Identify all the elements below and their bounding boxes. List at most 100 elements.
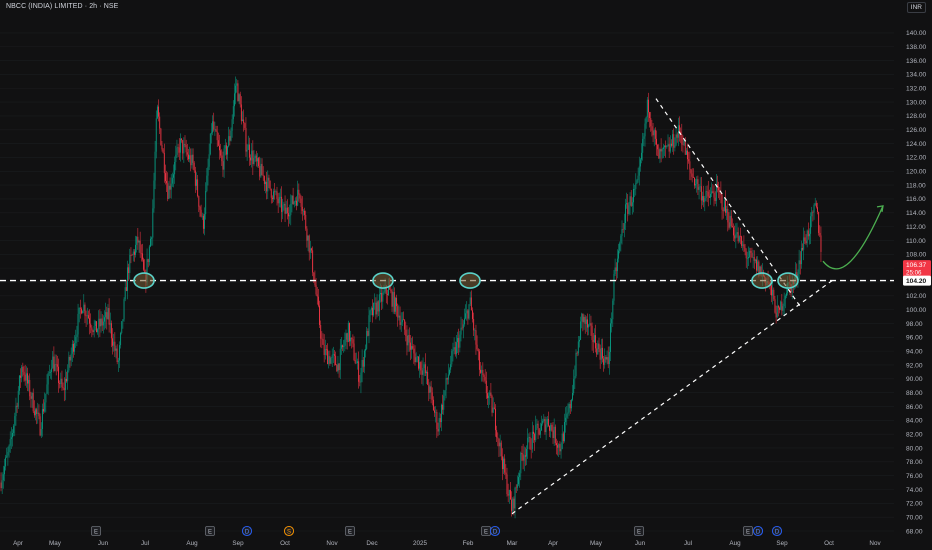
candle bbox=[82, 311, 84, 314]
candle bbox=[622, 229, 624, 230]
price-chart[interactable]: 140.00 138.00 136.00 134.00 132.00 130.00 128.… bbox=[0, 0, 932, 550]
candle bbox=[512, 498, 514, 512]
candle bbox=[30, 396, 32, 399]
candle bbox=[520, 452, 522, 474]
candle bbox=[185, 145, 187, 153]
candle bbox=[648, 99, 649, 113]
candle bbox=[251, 150, 253, 161]
y-tick-label: 128.00 bbox=[906, 113, 927, 120]
candle bbox=[756, 259, 757, 271]
candle bbox=[495, 408, 496, 431]
candle bbox=[102, 321, 104, 326]
candle bbox=[642, 138, 644, 153]
candle bbox=[741, 236, 743, 246]
y-tick-label: 118.00 bbox=[906, 182, 926, 189]
candle bbox=[559, 444, 561, 452]
candle bbox=[222, 161, 224, 170]
candle bbox=[267, 177, 269, 192]
candle bbox=[531, 431, 533, 450]
candle bbox=[803, 237, 805, 250]
candle bbox=[77, 313, 79, 335]
candle bbox=[431, 392, 433, 400]
candle bbox=[300, 198, 302, 207]
candle bbox=[820, 235, 822, 252]
candle bbox=[283, 203, 285, 206]
candle bbox=[682, 144, 684, 146]
candle bbox=[176, 147, 178, 155]
candle bbox=[482, 369, 484, 376]
currency-button[interactable]: INR bbox=[906, 2, 926, 13]
candle bbox=[315, 285, 317, 295]
candle bbox=[291, 195, 293, 204]
candle bbox=[265, 181, 266, 184]
candle bbox=[748, 257, 749, 259]
candle bbox=[236, 83, 238, 86]
candle bbox=[664, 145, 665, 148]
candle bbox=[260, 163, 262, 177]
candle bbox=[289, 215, 291, 217]
candle bbox=[807, 230, 809, 237]
candle bbox=[116, 348, 118, 363]
candle bbox=[161, 144, 163, 150]
candle bbox=[29, 379, 31, 397]
candle bbox=[452, 349, 454, 352]
candle bbox=[685, 150, 687, 155]
candle bbox=[441, 404, 442, 423]
candle bbox=[567, 412, 569, 414]
candle bbox=[298, 189, 300, 195]
candle bbox=[516, 484, 518, 488]
candle bbox=[558, 444, 560, 448]
candle bbox=[38, 412, 40, 417]
candle bbox=[776, 305, 778, 318]
candle bbox=[179, 138, 181, 153]
candle bbox=[74, 343, 76, 352]
candle bbox=[432, 399, 434, 411]
y-tick-label: 70.00 bbox=[906, 514, 923, 521]
candle bbox=[396, 297, 398, 307]
candle bbox=[331, 354, 333, 359]
candle bbox=[156, 106, 158, 119]
candle bbox=[285, 207, 287, 214]
candle bbox=[353, 343, 355, 361]
candle bbox=[25, 373, 27, 381]
candle bbox=[510, 490, 511, 500]
candle bbox=[223, 148, 225, 170]
candle bbox=[603, 358, 605, 365]
candle bbox=[273, 191, 274, 200]
candle bbox=[722, 209, 724, 212]
projection-arrow bbox=[822, 205, 884, 270]
candle bbox=[522, 454, 524, 461]
candle bbox=[606, 357, 608, 360]
candle bbox=[94, 321, 96, 326]
touch-circle bbox=[777, 272, 799, 289]
candle bbox=[357, 361, 358, 363]
candle bbox=[375, 302, 377, 315]
candle bbox=[547, 418, 549, 426]
candle bbox=[466, 310, 468, 314]
event-label: D bbox=[493, 529, 498, 535]
candle bbox=[120, 333, 122, 346]
candle bbox=[435, 412, 437, 413]
candle bbox=[481, 369, 483, 373]
candle bbox=[133, 251, 135, 255]
candle bbox=[119, 345, 120, 361]
x-tick-label: Aug bbox=[729, 540, 741, 547]
candle bbox=[556, 443, 557, 446]
candle bbox=[122, 319, 124, 322]
candle bbox=[560, 448, 562, 452]
candle bbox=[27, 373, 28, 384]
candle bbox=[427, 371, 429, 385]
candle bbox=[590, 323, 592, 326]
candle bbox=[665, 145, 667, 148]
candle bbox=[399, 315, 401, 325]
candle bbox=[804, 237, 806, 242]
candle bbox=[419, 362, 421, 369]
candle bbox=[773, 289, 775, 300]
candle bbox=[618, 250, 619, 259]
candle bbox=[506, 474, 508, 495]
candle bbox=[593, 335, 595, 343]
event-label: D bbox=[775, 529, 780, 535]
candle bbox=[274, 191, 276, 193]
candle bbox=[501, 456, 503, 470]
candle bbox=[351, 337, 353, 340]
